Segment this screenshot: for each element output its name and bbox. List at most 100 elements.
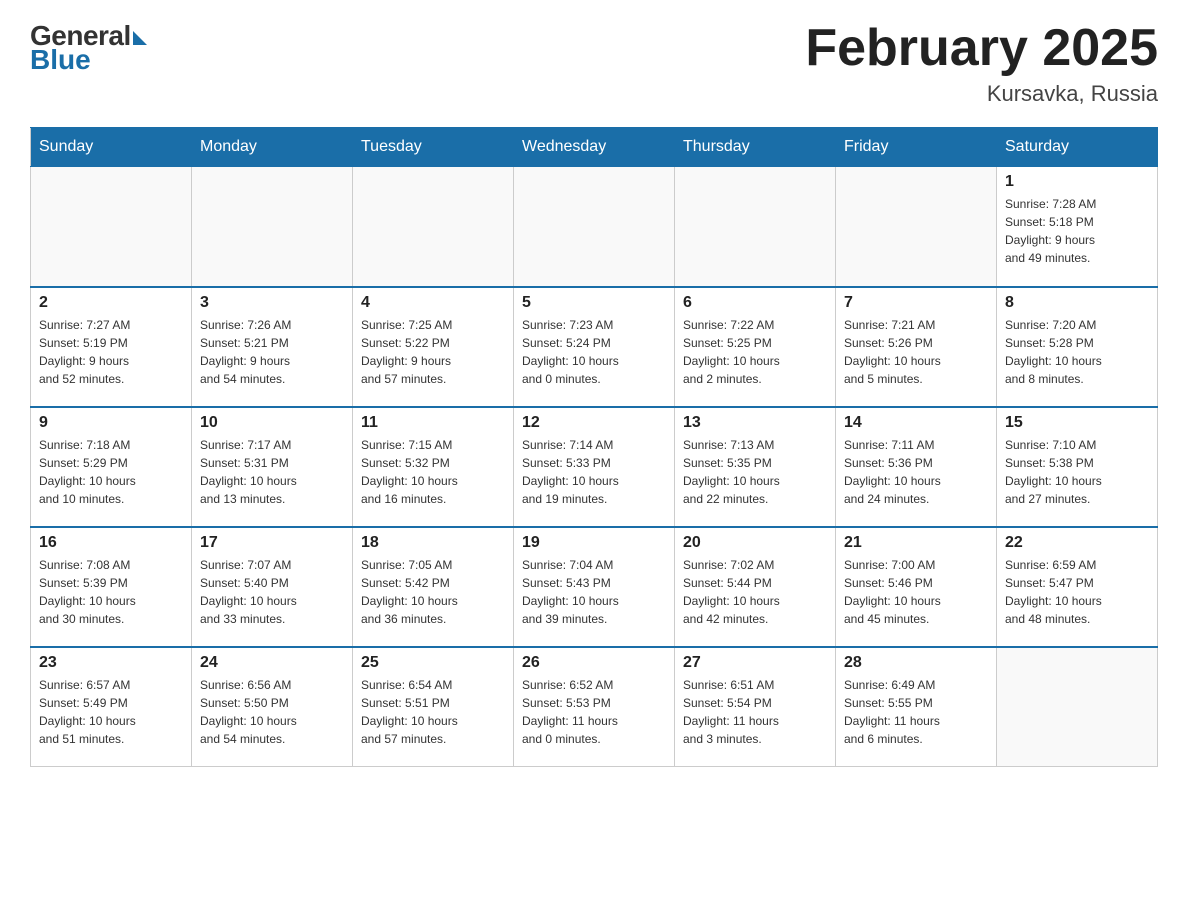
logo: General Blue	[30, 20, 147, 76]
day-of-week-header: Monday	[192, 128, 353, 167]
day-info: Sunrise: 7:22 AMSunset: 5:25 PMDaylight:…	[683, 316, 827, 388]
day-number: 12	[522, 414, 666, 432]
calendar-day-cell: 18 Sunrise: 7:05 AMSunset: 5:42 PMDayligh…	[353, 527, 514, 647]
day-info: Sunrise: 7:13 AMSunset: 5:35 PMDaylight:…	[683, 436, 827, 508]
day-info: Sunrise: 7:18 AMSunset: 5:29 PMDaylight:…	[39, 436, 183, 508]
day-number: 20	[683, 534, 827, 552]
calendar-week-row: 2 Sunrise: 7:27 AMSunset: 5:19 PMDaylight…	[31, 287, 1158, 407]
day-info: Sunrise: 7:17 AMSunset: 5:31 PMDaylight:…	[200, 436, 344, 508]
day-info: Sunrise: 6:52 AMSunset: 5:53 PMDaylight:…	[522, 676, 666, 748]
calendar-day-cell: 10 Sunrise: 7:17 AMSunset: 5:31 PMDayligh…	[192, 407, 353, 527]
calendar-day-cell: 5Sunrise: 7:23 AMSunset: 5:24 PMDaylight…	[514, 287, 675, 407]
day-info: Sunrise: 7:15 AMSunset: 5:32 PMDaylight:…	[361, 436, 505, 508]
calendar-subtitle: Kursavka, Russia	[805, 81, 1158, 107]
page-header: General Blue February 2025 Kursavka, Rus…	[30, 20, 1158, 107]
day-of-week-header: Sunday	[31, 128, 192, 167]
day-info: Sunrise: 7:26 AMSunset: 5:21 PMDaylight:…	[200, 316, 344, 388]
calendar-day-cell: 17Sunrise: 7:07 AMSunset: 5:40 PMDayligh…	[192, 527, 353, 647]
day-number: 19	[522, 534, 666, 552]
calendar-day-cell: 13 Sunrise: 7:13 AMSunset: 5:35 PMDayligh…	[675, 407, 836, 527]
calendar-day-cell: 9 Sunrise: 7:18 AMSunset: 5:29 PMDaylight…	[31, 407, 192, 527]
day-number: 24	[200, 654, 344, 672]
day-info: Sunrise: 7:25 AMSunset: 5:22 PMDaylight:…	[361, 316, 505, 388]
calendar-day-cell: 6 Sunrise: 7:22 AMSunset: 5:25 PMDaylight…	[675, 287, 836, 407]
calendar-day-cell: 27 Sunrise: 6:51 AMSunset: 5:54 PMDayligh…	[675, 647, 836, 767]
calendar-day-cell: 25Sunrise: 6:54 AMSunset: 5:51 PMDayligh…	[353, 647, 514, 767]
calendar-day-cell: 16 Sunrise: 7:08 AMSunset: 5:39 PMDayligh…	[31, 527, 192, 647]
day-number: 4	[361, 294, 505, 312]
calendar-table: SundayMondayTuesdayWednesdayThursdayFrid…	[30, 127, 1158, 767]
day-number: 22	[1005, 534, 1149, 552]
calendar-day-cell: 12 Sunrise: 7:14 AMSunset: 5:33 PMDayligh…	[514, 407, 675, 527]
day-info: Sunrise: 6:49 AMSunset: 5:55 PMDaylight:…	[844, 676, 988, 748]
day-of-week-header: Thursday	[675, 128, 836, 167]
calendar-day-cell: 26 Sunrise: 6:52 AMSunset: 5:53 PMDayligh…	[514, 647, 675, 767]
logo-blue-text: Blue	[30, 44, 91, 76]
day-info: Sunrise: 7:00 AMSunset: 5:46 PMDaylight:…	[844, 556, 988, 628]
calendar-week-row: 16 Sunrise: 7:08 AMSunset: 5:39 PMDayligh…	[31, 527, 1158, 647]
logo-arrow-icon	[133, 31, 147, 45]
calendar-day-cell: 21Sunrise: 7:00 AMSunset: 5:46 PMDayligh…	[836, 527, 997, 647]
calendar-day-cell: 15Sunrise: 7:10 AMSunset: 5:38 PMDayligh…	[997, 407, 1158, 527]
calendar-day-cell: 23 Sunrise: 6:57 AMSunset: 5:49 PMDayligh…	[31, 647, 192, 767]
calendar-day-cell	[836, 167, 997, 287]
calendar-day-cell	[997, 647, 1158, 767]
day-info: Sunrise: 7:04 AMSunset: 5:43 PMDaylight:…	[522, 556, 666, 628]
day-info: Sunrise: 7:02 AMSunset: 5:44 PMDaylight:…	[683, 556, 827, 628]
day-number: 6	[683, 294, 827, 312]
day-info: Sunrise: 7:20 AMSunset: 5:28 PMDaylight:…	[1005, 316, 1149, 388]
day-number: 5	[522, 294, 666, 312]
day-number: 7	[844, 294, 988, 312]
calendar-day-cell: 20 Sunrise: 7:02 AMSunset: 5:44 PMDayligh…	[675, 527, 836, 647]
calendar-day-cell	[514, 167, 675, 287]
day-number: 18	[361, 534, 505, 552]
day-info: Sunrise: 7:28 AMSunset: 5:18 PMDaylight:…	[1005, 195, 1149, 267]
day-info: Sunrise: 7:14 AMSunset: 5:33 PMDaylight:…	[522, 436, 666, 508]
calendar-week-row: 23 Sunrise: 6:57 AMSunset: 5:49 PMDayligh…	[31, 647, 1158, 767]
day-info: Sunrise: 7:08 AMSunset: 5:39 PMDaylight:…	[39, 556, 183, 628]
calendar-title: February 2025	[805, 20, 1158, 77]
day-number: 3	[200, 294, 344, 312]
title-section: February 2025 Kursavka, Russia	[805, 20, 1158, 107]
day-number: 16	[39, 534, 183, 552]
calendar-day-cell: 4 Sunrise: 7:25 AMSunset: 5:22 PMDaylight…	[353, 287, 514, 407]
day-number: 9	[39, 414, 183, 432]
day-of-week-header: Tuesday	[353, 128, 514, 167]
day-info: Sunrise: 6:56 AMSunset: 5:50 PMDaylight:…	[200, 676, 344, 748]
calendar-day-cell: 2 Sunrise: 7:27 AMSunset: 5:19 PMDaylight…	[31, 287, 192, 407]
day-info: Sunrise: 6:51 AMSunset: 5:54 PMDaylight:…	[683, 676, 827, 748]
calendar-week-row: 1 Sunrise: 7:28 AMSunset: 5:18 PMDaylight…	[31, 167, 1158, 287]
day-number: 17	[200, 534, 344, 552]
day-number: 15	[1005, 414, 1149, 432]
day-of-week-header: Saturday	[997, 128, 1158, 167]
day-info: Sunrise: 6:59 AMSunset: 5:47 PMDaylight:…	[1005, 556, 1149, 628]
day-number: 14	[844, 414, 988, 432]
day-number: 28	[844, 654, 988, 672]
calendar-day-cell	[31, 167, 192, 287]
day-number: 11	[361, 414, 505, 432]
day-info: Sunrise: 7:11 AMSunset: 5:36 PMDaylight:…	[844, 436, 988, 508]
day-info: Sunrise: 7:05 AMSunset: 5:42 PMDaylight:…	[361, 556, 505, 628]
day-number: 10	[200, 414, 344, 432]
day-number: 1	[1005, 173, 1149, 191]
day-info: Sunrise: 7:27 AMSunset: 5:19 PMDaylight:…	[39, 316, 183, 388]
calendar-week-row: 9 Sunrise: 7:18 AMSunset: 5:29 PMDaylight…	[31, 407, 1158, 527]
calendar-day-cell: 3 Sunrise: 7:26 AMSunset: 5:21 PMDaylight…	[192, 287, 353, 407]
day-number: 27	[683, 654, 827, 672]
calendar-day-cell: 22 Sunrise: 6:59 AMSunset: 5:47 PMDayligh…	[997, 527, 1158, 647]
day-number: 25	[361, 654, 505, 672]
calendar-day-cell	[353, 167, 514, 287]
calendar-day-cell: 28 Sunrise: 6:49 AMSunset: 5:55 PMDayligh…	[836, 647, 997, 767]
calendar-day-cell	[675, 167, 836, 287]
calendar-day-cell: 19 Sunrise: 7:04 AMSunset: 5:43 PMDayligh…	[514, 527, 675, 647]
calendar-day-cell: 1 Sunrise: 7:28 AMSunset: 5:18 PMDaylight…	[997, 167, 1158, 287]
day-of-week-header: Friday	[836, 128, 997, 167]
calendar-header-row: SundayMondayTuesdayWednesdayThursdayFrid…	[31, 128, 1158, 167]
day-info: Sunrise: 7:21 AMSunset: 5:26 PMDaylight:…	[844, 316, 988, 388]
day-number: 13	[683, 414, 827, 432]
day-number: 2	[39, 294, 183, 312]
day-number: 26	[522, 654, 666, 672]
day-number: 23	[39, 654, 183, 672]
day-info: Sunrise: 6:57 AMSunset: 5:49 PMDaylight:…	[39, 676, 183, 748]
day-of-week-header: Wednesday	[514, 128, 675, 167]
